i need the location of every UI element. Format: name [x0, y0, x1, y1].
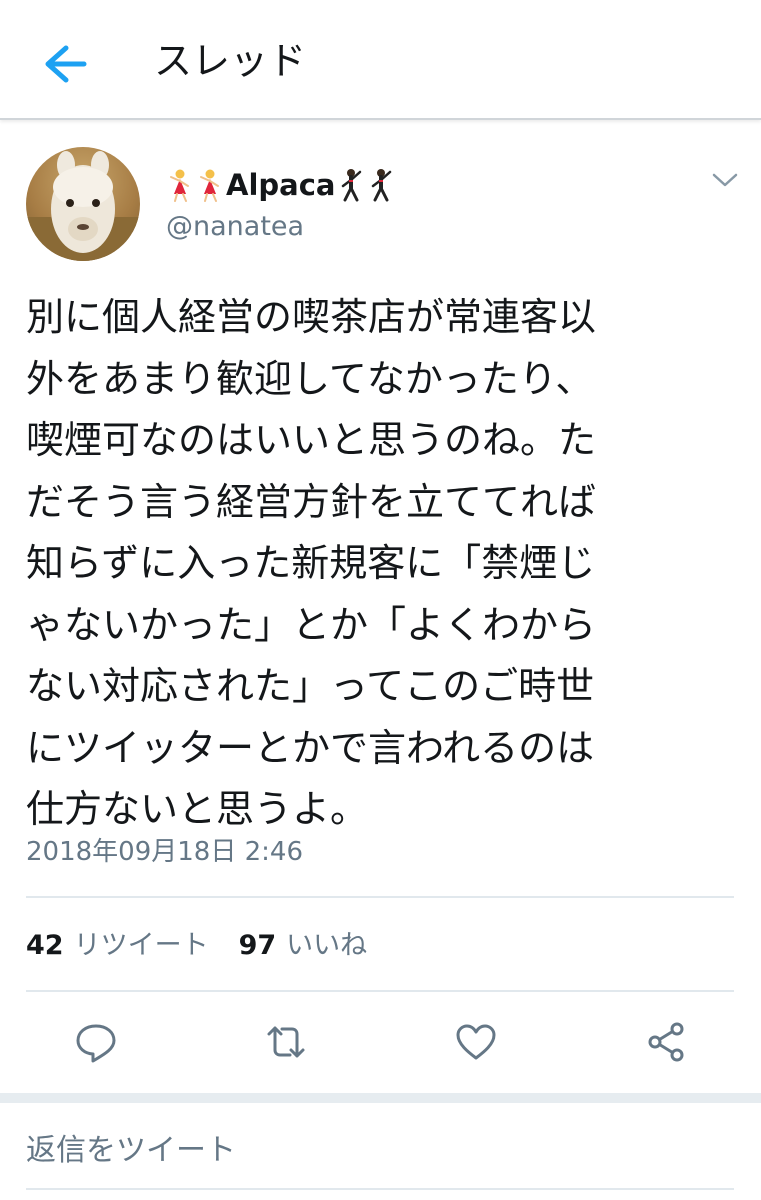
share-icon[interactable]	[644, 1020, 688, 1064]
section-separator	[0, 1093, 761, 1103]
tweet-stats: 42 リツイート 97 いいね	[26, 926, 397, 966]
likes-label: いいね	[286, 930, 368, 961]
divider	[26, 990, 734, 992]
divider	[26, 1188, 734, 1190]
man-dancing-emoji	[337, 168, 365, 202]
like-icon[interactable]	[454, 1020, 498, 1064]
likes-stat[interactable]: 97 いいね	[239, 926, 368, 966]
tweet-timestamp: 2018年09月18日 2:46	[26, 837, 303, 867]
reply-placeholder: 返信をツイート	[26, 1133, 236, 1168]
retweets-stat[interactable]: 42 リツイート	[26, 926, 209, 966]
top-bar: スレッド	[0, 0, 761, 120]
man-dancing-emoji	[367, 168, 395, 202]
chevron-down-icon[interactable]	[710, 170, 740, 190]
tweet-text: 別に個人経営の喫茶店が常連客以 外をあまり歓迎してなかったり、 喫煙可なのはいい…	[26, 295, 597, 831]
retweets-count: 42	[26, 930, 64, 961]
divider	[26, 896, 734, 898]
display-name[interactable]: Alpaca	[166, 166, 395, 204]
retweets-label: リツイート	[73, 930, 209, 961]
retweet-icon[interactable]	[264, 1020, 308, 1064]
reply-input[interactable]: 返信をツイート	[26, 1128, 734, 1178]
dancer-emoji	[166, 168, 194, 202]
page-title: スレッド	[154, 39, 307, 83]
dancer-emoji	[196, 168, 224, 202]
user-handle[interactable]: @nanatea	[166, 209, 304, 245]
likes-count: 97	[238, 930, 277, 961]
avatar[interactable]	[26, 147, 140, 261]
back-arrow-icon[interactable]	[38, 40, 90, 88]
reply-icon[interactable]	[74, 1020, 118, 1064]
display-name-text: Alpaca	[226, 168, 336, 202]
